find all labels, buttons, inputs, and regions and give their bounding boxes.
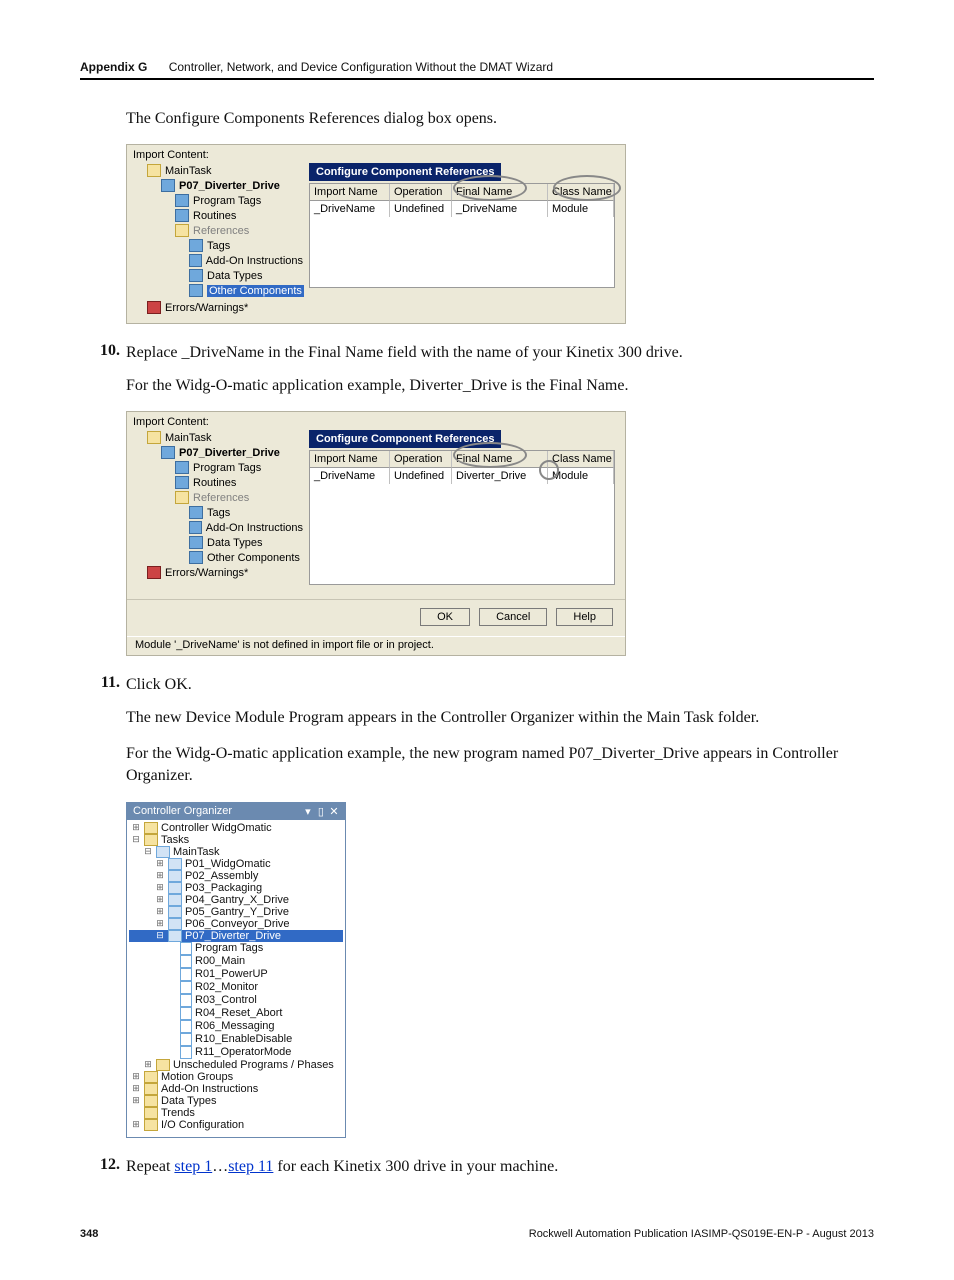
- col-operation: Operation: [390, 184, 452, 201]
- page-number: 348: [80, 1228, 98, 1240]
- figure-2: Import Content: MainTask P07_Diverter_Dr…: [126, 411, 874, 656]
- folder-icon: [144, 1083, 158, 1095]
- step-11: 11. Click OK.: [80, 674, 874, 696]
- tags-icon: [175, 461, 189, 474]
- folder-icon: [144, 834, 158, 846]
- dialog-buttons: OK Cancel Help: [127, 599, 625, 636]
- routines-icon: [175, 209, 189, 222]
- program-icon: [161, 446, 175, 459]
- import-tree: MainTask P07_Diverter_Drive Program Tags…: [127, 161, 307, 323]
- routine-icon: [180, 955, 192, 968]
- tags-icon: [180, 942, 192, 955]
- publication-info: Rockwell Automation Publication IASIMP-Q…: [529, 1228, 874, 1240]
- col-import-name: Import Name: [310, 184, 390, 201]
- routine-icon: [180, 1046, 192, 1059]
- routine-icon: [180, 968, 192, 981]
- folder-icon: [144, 1107, 158, 1119]
- program-icon: [168, 894, 182, 906]
- controller-organizer-title-bar: Controller Organizer ▾ ▯ ✕: [127, 803, 345, 820]
- program-icon: [168, 906, 182, 918]
- link-step-11[interactable]: step 11: [228, 1158, 273, 1175]
- task-icon: [156, 846, 170, 858]
- program-icon: [168, 918, 182, 930]
- program-icon: [161, 179, 175, 192]
- folder-icon: [147, 431, 161, 444]
- page-footer: 348 Rockwell Automation Publication IASI…: [80, 1228, 874, 1240]
- program-icon: [168, 870, 182, 882]
- col-final-name: Final Name: [452, 184, 548, 201]
- program-icon: [168, 858, 182, 870]
- folder-icon: [144, 822, 158, 834]
- other-icon: [189, 284, 203, 297]
- controller-organizer-tree[interactable]: ⊞Controller WidgOmatic ⊟Tasks ⊟MainTask …: [127, 820, 345, 1137]
- intro-text: The Configure Components References dial…: [126, 108, 874, 130]
- step-10-sub: For the Widg-O-matic application example…: [126, 375, 874, 397]
- grid-title-2: Configure Component References: [309, 430, 501, 448]
- figure-1: Import Content: MainTask P07_Diverter_Dr…: [126, 144, 874, 324]
- cancel-button[interactable]: Cancel: [479, 608, 547, 626]
- step-12: 12. Repeat step 1…step 11 for each Kinet…: [80, 1156, 874, 1178]
- routine-icon: [180, 994, 192, 1007]
- step-10: 10. Replace _DriveName in the Final Name…: [80, 342, 874, 364]
- aoi-icon: [189, 254, 202, 267]
- page-header: Appendix G Controller, Network, and Devi…: [80, 60, 874, 80]
- import-content-label: Import Content:: [127, 145, 625, 161]
- program-icon: [168, 882, 182, 894]
- folder-icon: [144, 1119, 158, 1131]
- step-11-p2: For the Widg-O-matic application example…: [126, 743, 874, 788]
- aoi-icon: [189, 521, 202, 534]
- link-step-1[interactable]: step 1: [174, 1158, 212, 1175]
- import-content-label-2: Import Content:: [127, 412, 625, 428]
- routine-icon: [180, 1020, 192, 1033]
- datatypes-icon: [189, 269, 203, 282]
- folder-icon: [156, 1059, 170, 1071]
- tags-icon: [189, 239, 203, 252]
- grid-title: Configure Component References: [309, 163, 501, 181]
- figure-controller-organizer: Controller Organizer ▾ ▯ ✕ ⊞Controller W…: [126, 802, 874, 1138]
- component-grid-2[interactable]: Import NameOperationFinal NameClass Name…: [309, 450, 615, 585]
- component-grid[interactable]: Import NameOperationFinal NameClass Name…: [309, 183, 615, 288]
- folder-icon: [147, 164, 161, 177]
- errors-icon: [147, 566, 161, 579]
- folder-icon: [175, 491, 189, 504]
- dropdown-icon[interactable]: ▾: [303, 805, 313, 818]
- tags-icon: [189, 506, 203, 519]
- other-icon: [189, 551, 203, 564]
- dialog-status: Module '_DriveName' is not defined in im…: [127, 636, 625, 655]
- header-title: Controller, Network, and Device Configur…: [169, 60, 553, 74]
- routine-icon: [180, 1033, 192, 1046]
- folder-icon: [175, 224, 189, 237]
- folder-icon: [144, 1071, 158, 1083]
- pin-icon[interactable]: ▯: [316, 805, 326, 818]
- help-button[interactable]: Help: [556, 608, 613, 626]
- appendix-label: Appendix G: [80, 60, 147, 74]
- routines-icon: [175, 476, 189, 489]
- step-11-p1: The new Device Module Program appears in…: [126, 707, 874, 729]
- close-icon[interactable]: ✕: [329, 805, 339, 818]
- col-class-name: Class Name: [548, 184, 614, 201]
- import-tree-2: MainTask P07_Diverter_Drive Program Tags…: [127, 428, 307, 593]
- datatypes-icon: [189, 536, 203, 549]
- routine-icon: [180, 981, 192, 994]
- ok-button[interactable]: OK: [420, 608, 470, 626]
- routine-icon: [180, 1007, 192, 1020]
- errors-icon: [147, 301, 161, 314]
- tags-icon: [175, 194, 189, 207]
- folder-icon: [144, 1095, 158, 1107]
- program-icon: [168, 930, 182, 942]
